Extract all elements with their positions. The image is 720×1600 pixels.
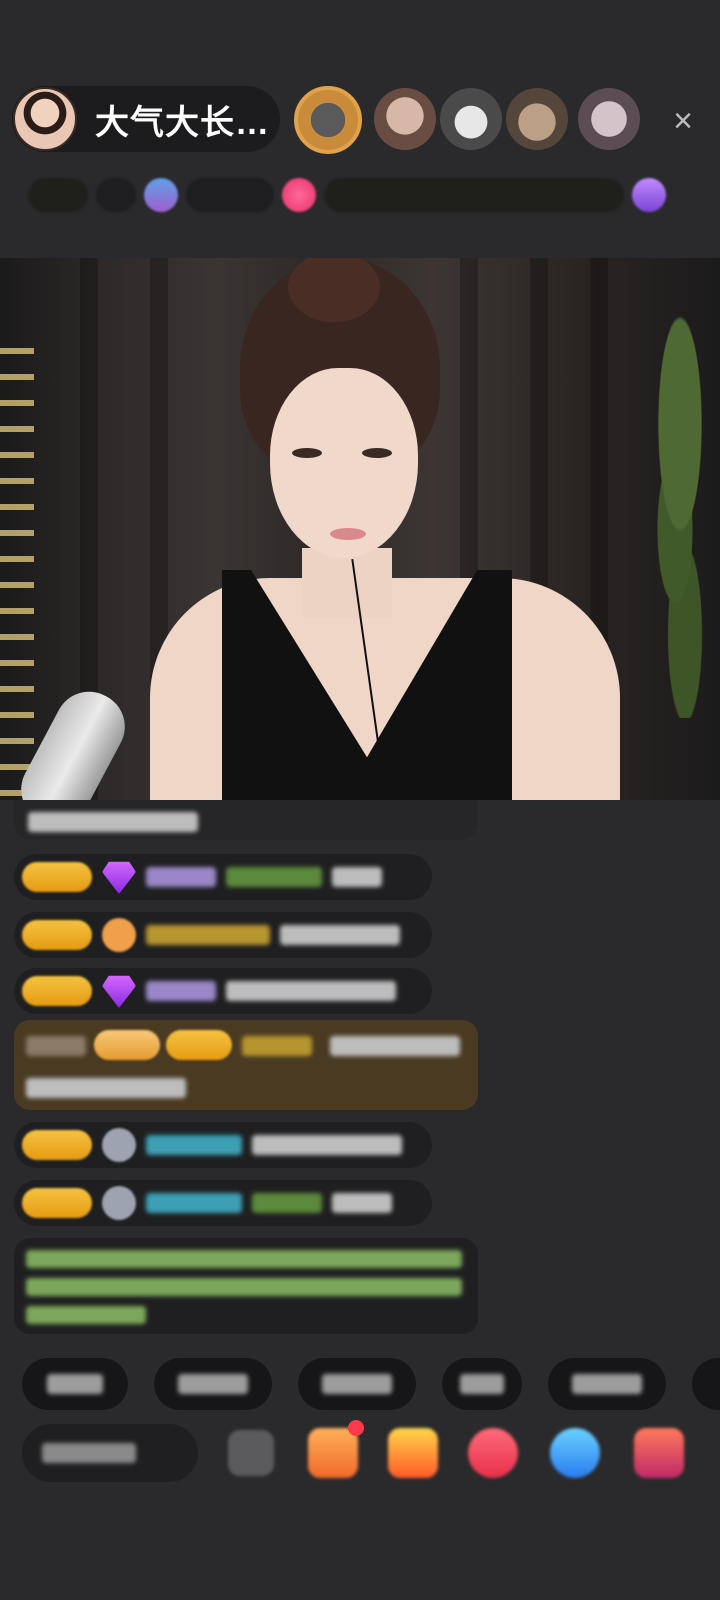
- comment-input[interactable]: [22, 1424, 198, 1482]
- level-badge: [22, 1130, 92, 1160]
- close-icon[interactable]: ×: [666, 104, 700, 138]
- string-lights: [0, 348, 34, 798]
- viewer-avatar-4[interactable]: [506, 88, 568, 150]
- viewer-avatar-3[interactable]: [440, 88, 502, 150]
- gift-box-icon[interactable]: [388, 1428, 438, 1478]
- diamond-icon: [102, 975, 136, 1008]
- emoji-icon[interactable]: [228, 1430, 274, 1476]
- room-info-row: [28, 174, 698, 216]
- level-badge: [22, 920, 92, 950]
- viewer-avatar-2[interactable]: [374, 88, 436, 150]
- viewer-avatar-1[interactable]: [294, 86, 362, 154]
- quick-reply-chip[interactable]: [442, 1358, 522, 1410]
- live-video[interactable]: [0, 258, 720, 800]
- viewer-avatar-5[interactable]: [578, 88, 640, 150]
- host-avatar[interactable]: [13, 87, 77, 151]
- level-chip[interactable]: [28, 178, 88, 212]
- chat-message[interactable]: [14, 968, 432, 1014]
- chat-message: [14, 800, 478, 840]
- level-badge: [22, 976, 92, 1006]
- user-avatar: [102, 1128, 136, 1162]
- level-badge: [22, 862, 92, 892]
- chat-message[interactable]: [14, 912, 432, 958]
- plant: [620, 298, 720, 718]
- hot-chip[interactable]: [96, 178, 136, 212]
- chat-message[interactable]: [14, 1122, 432, 1168]
- level-badge: [22, 1188, 92, 1218]
- activity-badge[interactable]: [632, 178, 666, 212]
- system-notice: [14, 1238, 478, 1334]
- quick-reply-chip[interactable]: [22, 1358, 128, 1410]
- quick-reply-chip[interactable]: [692, 1358, 720, 1410]
- user-avatar: [102, 1186, 136, 1220]
- pk-badge[interactable]: [282, 178, 316, 212]
- notice-chip[interactable]: [324, 178, 624, 212]
- quick-reply-chip[interactable]: [548, 1358, 666, 1410]
- diamond-icon: [102, 861, 136, 894]
- gift-message[interactable]: [14, 1020, 478, 1110]
- live-room: 大气大长… ×: [0, 0, 720, 1600]
- shop-icon[interactable]: [308, 1428, 358, 1478]
- quick-reply-chip[interactable]: [154, 1358, 272, 1410]
- chat-message[interactable]: [14, 854, 432, 900]
- rank-chip[interactable]: [186, 178, 274, 212]
- bag-icon: [102, 918, 136, 952]
- notification-dot: [348, 1420, 364, 1436]
- host-name: 大气大长…: [95, 103, 270, 142]
- host-info-pill[interactable]: 大气大长…: [12, 86, 280, 152]
- heart-icon[interactable]: [468, 1428, 518, 1478]
- chat-bubble-icon[interactable]: [550, 1428, 600, 1478]
- chat-message[interactable]: [14, 1180, 432, 1226]
- gift-icon[interactable]: [634, 1428, 684, 1478]
- rank-badge[interactable]: [144, 178, 178, 212]
- quick-reply-chip[interactable]: [298, 1358, 416, 1410]
